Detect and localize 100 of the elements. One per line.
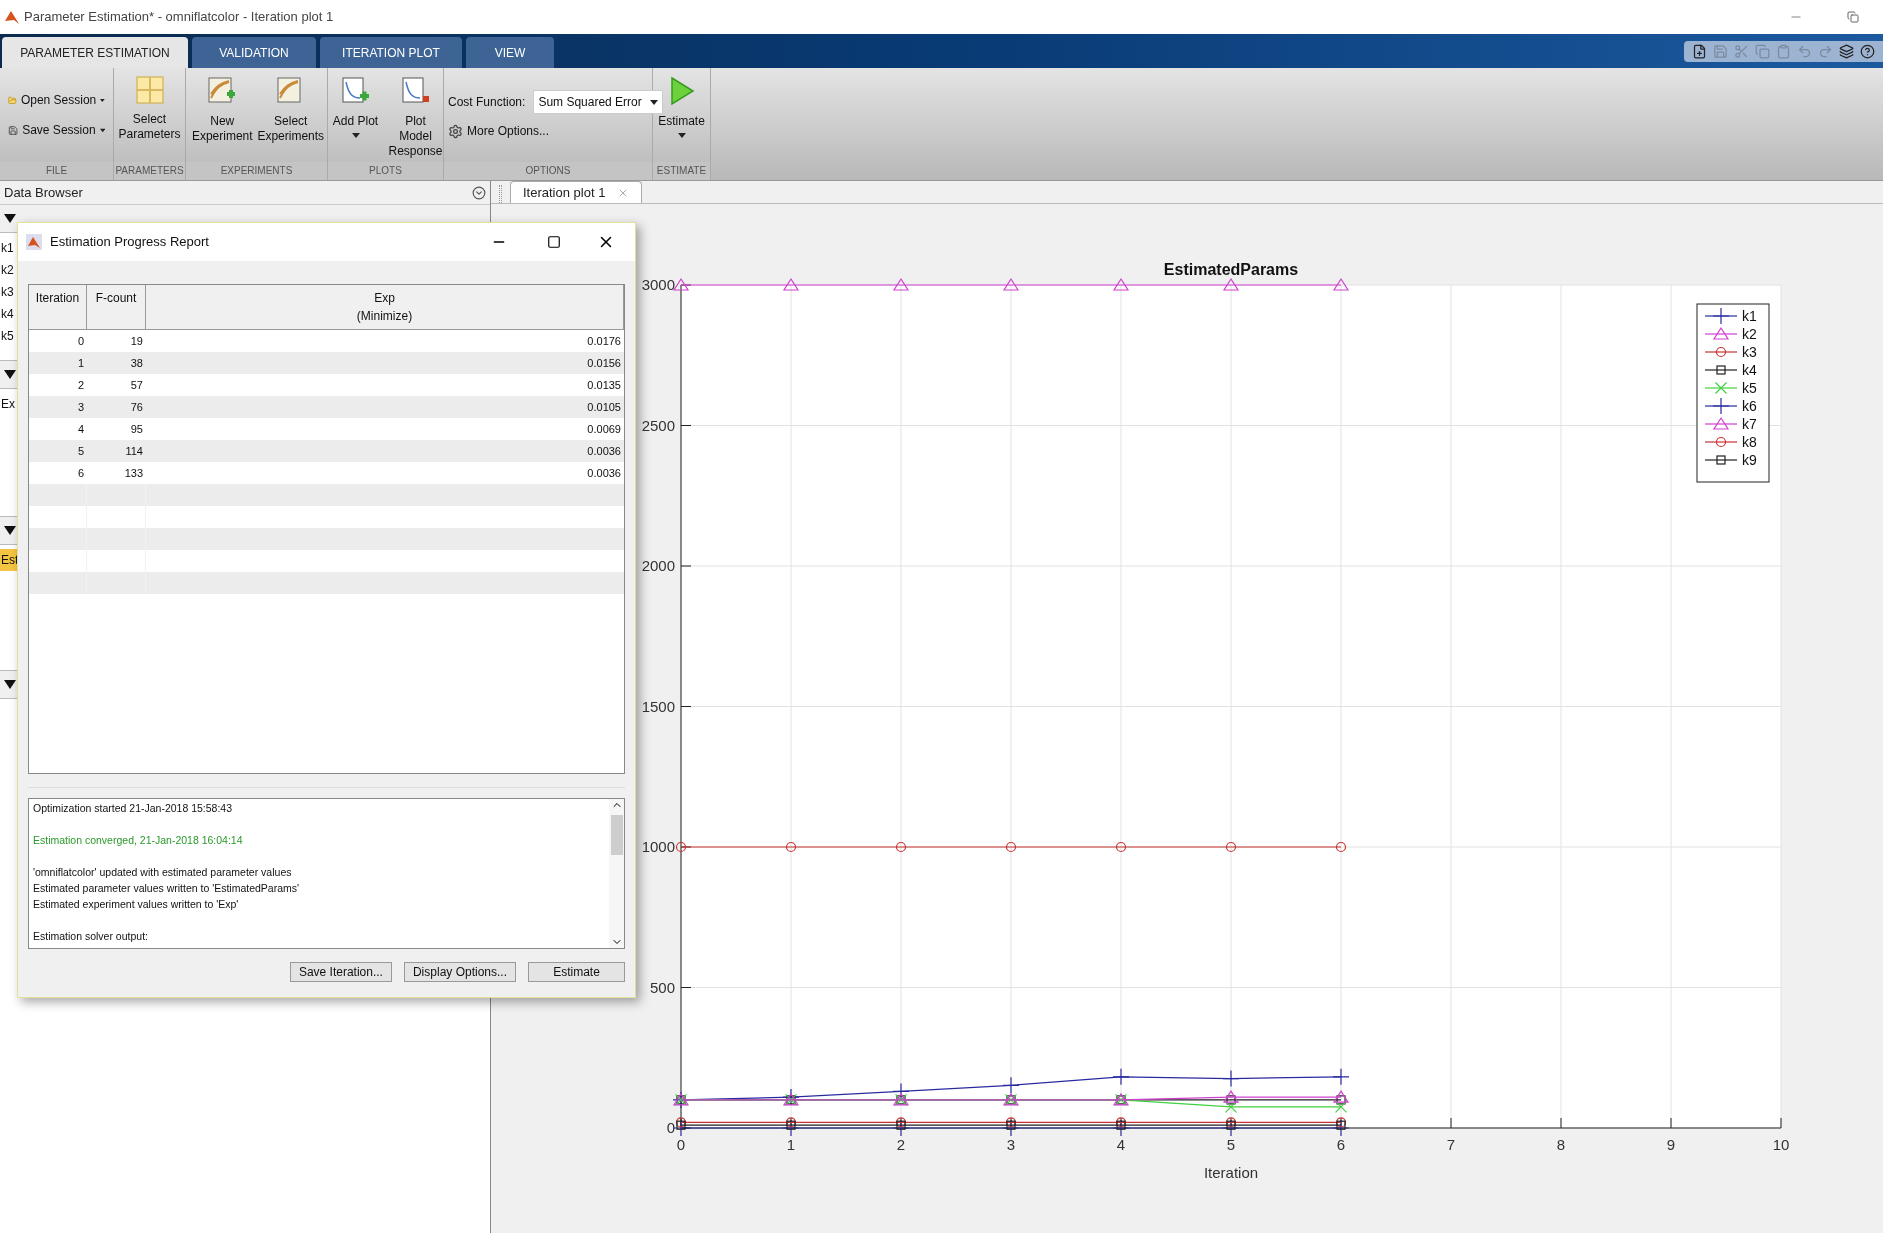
x-tick-label: 9 <box>1666 1136 1676 1153</box>
data-marker <box>1002 277 1020 291</box>
ribbon-button[interactable]: Select Experiments <box>258 72 323 144</box>
data-marker <box>1112 1068 1130 1086</box>
y-tick-label: 0 <box>666 1119 675 1136</box>
chart-title: EstimatedParams <box>1163 261 1299 278</box>
data-marker <box>892 277 910 291</box>
scroll-thumb[interactable] <box>610 815 623 855</box>
y-tick-label: 1000 <box>641 838 675 855</box>
data-marker <box>1005 841 1017 853</box>
log-line: Estimation solver output: <box>33 929 149 944</box>
new-file-icon[interactable] <box>1692 43 1707 59</box>
browser-item[interactable]: k5 <box>0 325 15 347</box>
log-line: 'omniflatcolor' updated with estimated parameter values <box>33 865 293 880</box>
data-marker <box>1332 1068 1350 1086</box>
x-tick-label: 8 <box>1556 1136 1566 1153</box>
table-cell-text: 0.0176 <box>586 334 622 349</box>
collapse-icon[interactable] <box>4 680 16 689</box>
table-cell-text: 0 <box>76 334 85 349</box>
table-cell-text: 3 <box>76 400 85 415</box>
group-label: OPTIONS <box>444 162 652 180</box>
collapse-icon[interactable] <box>4 526 16 535</box>
caret-icon <box>99 127 105 133</box>
table-cell-text: 114 <box>124 444 144 459</box>
legend-label: k4 <box>1742 362 1757 378</box>
table-cell-text: 57 <box>129 378 144 393</box>
scrollbar[interactable] <box>609 799 624 948</box>
legend-label: k5 <box>1742 380 1757 396</box>
ribbon-tab[interactable]: VALIDATION <box>192 37 316 68</box>
maximize-icon[interactable] <box>547 235 561 249</box>
browser-item[interactable]: Ex <box>0 393 16 415</box>
dialog-button[interactable]: Save Iteration... <box>289 962 392 982</box>
legend-label: k1 <box>1742 308 1757 324</box>
legend-label: k6 <box>1742 398 1757 414</box>
group-label: PLOTS <box>328 162 443 180</box>
x-tick-label: 7 <box>1446 1136 1456 1153</box>
y-tick-label: 500 <box>649 978 675 996</box>
data-marker <box>782 277 800 291</box>
ribbon-button[interactable]: Add Plot <box>327 72 384 138</box>
restore-icon[interactable] <box>1847 11 1859 23</box>
ribbon-button[interactable]: Select Parameters <box>118 72 181 142</box>
ribbon-button[interactable]: Plot Model Response <box>387 72 444 159</box>
session-menu-button[interactable]: Open Session <box>4 89 109 111</box>
windows-icon[interactable] <box>1839 43 1854 59</box>
browser-item[interactable]: Est <box>0 549 20 571</box>
cost-function-label: Cost Function: <box>448 94 526 111</box>
data-marker <box>1332 277 1350 291</box>
collapse-icon[interactable] <box>4 370 16 379</box>
ribbon-tab[interactable]: PARAMETER ESTIMATION <box>2 37 188 68</box>
document-tab[interactable]: Iteration plot 1 <box>510 181 643 203</box>
table-cell-text: 38 <box>129 356 144 371</box>
y-tick-label: 1500 <box>641 697 675 715</box>
data-marker <box>1224 1100 1238 1114</box>
data-marker <box>1334 1100 1348 1114</box>
x-tick-label: 10 <box>1772 1136 1790 1153</box>
group-label: PARAMETERS <box>114 162 185 180</box>
ribbon-button[interactable]: New Experiment <box>190 72 255 144</box>
table-cell-text: 5 <box>76 444 85 459</box>
panel-title: Data Browser <box>4 183 83 202</box>
play-icon <box>668 76 695 106</box>
session-menu-button[interactable]: Save Session <box>4 119 109 141</box>
ribbon-tab[interactable]: VIEW <box>466 37 554 68</box>
plot-icon <box>400 76 431 106</box>
browser-item[interactable]: k2 <box>0 259 15 281</box>
x-tick-label: 5 <box>1226 1136 1236 1153</box>
table-cell-text: 133 <box>123 466 144 481</box>
table-cell-text: 0.0105 <box>586 400 622 415</box>
table-cell-text: 4 <box>76 422 85 437</box>
x-tick-label: 0 <box>676 1136 686 1153</box>
table-cell-text: 1 <box>76 356 85 371</box>
grid-icon <box>135 76 164 104</box>
collapse-icon[interactable] <box>4 214 16 223</box>
table-cell-text: 76 <box>129 400 144 415</box>
panel-menu-icon[interactable] <box>472 185 486 200</box>
group-label: FILE <box>0 162 113 180</box>
dialog-button[interactable]: Estimate <box>528 962 625 982</box>
browser-item[interactable]: k1 <box>0 237 15 259</box>
y-tick-label: 2500 <box>641 416 675 434</box>
column-header: Exp (Minimize) <box>146 285 624 329</box>
legend-label: k7 <box>1742 416 1757 432</box>
data-marker <box>675 841 687 853</box>
browser-item[interactable]: k3 <box>0 281 15 303</box>
cost-function-dropdown[interactable]: Sum Squared Error <box>533 90 663 114</box>
app-logo-icon <box>26 234 42 250</box>
ribbon-tab[interactable]: ITERATION PLOT <box>320 37 462 68</box>
legend-label: k8 <box>1742 434 1757 450</box>
more-options-button[interactable]: More Options... <box>448 122 648 140</box>
group-label: EXPERIMENTS <box>186 162 327 180</box>
caret-icon <box>100 97 105 103</box>
legend-label: k3 <box>1742 344 1757 360</box>
table-cell-text: 19 <box>129 334 144 349</box>
browser-item[interactable]: k4 <box>0 303 15 325</box>
x-tick-label: 1 <box>786 1136 796 1153</box>
data-marker <box>1225 841 1237 853</box>
dialog-button[interactable]: Display Options... <box>403 962 516 982</box>
x-axis-label: Iteration <box>1203 1164 1259 1181</box>
table-cell-text: 0.0135 <box>586 378 622 393</box>
legend-label: k2 <box>1742 326 1757 342</box>
help-icon[interactable] <box>1860 43 1875 59</box>
group-label: ESTIMATE <box>653 162 710 180</box>
